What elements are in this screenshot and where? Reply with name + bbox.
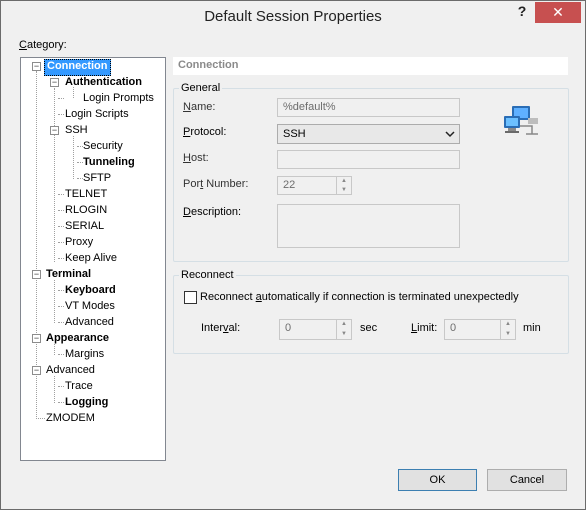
tree-item-connection[interactable]: Connection bbox=[44, 59, 111, 76]
tree-connector bbox=[58, 98, 64, 99]
port-spinner[interactable]: ▲ ▼ bbox=[336, 177, 351, 194]
tree-connector bbox=[54, 376, 55, 403]
protocol-value: SSH bbox=[283, 128, 306, 140]
tree-item-sftp[interactable]: SFTP bbox=[83, 171, 111, 186]
reconnect-checkbox[interactable] bbox=[184, 291, 197, 304]
reconnect-group-title: Reconnect bbox=[179, 269, 236, 281]
tree-item-logging[interactable]: Logging bbox=[65, 395, 108, 410]
limit-label: Limit: bbox=[411, 322, 438, 334]
ok-button[interactable]: OK bbox=[398, 469, 477, 491]
tree-connector bbox=[54, 280, 55, 323]
tree-connector bbox=[58, 402, 64, 403]
tree-item-advanced[interactable]: Advanced bbox=[46, 363, 95, 378]
tree-item-security[interactable]: Security bbox=[83, 139, 123, 154]
tree-connector bbox=[58, 386, 64, 387]
interval-unit: sec bbox=[360, 322, 378, 334]
spin-up-icon[interactable]: ▲ bbox=[501, 320, 515, 330]
tree-item-vt-modes[interactable]: VT Modes bbox=[65, 299, 115, 314]
tree-item-ssh[interactable]: SSH bbox=[65, 123, 88, 138]
collapse-icon[interactable]: − bbox=[32, 334, 41, 343]
limit-spinner[interactable]: ▲ ▼ bbox=[500, 320, 515, 339]
tree-connector bbox=[58, 322, 64, 323]
tree-connector bbox=[54, 88, 55, 262]
port-label: Port Number: bbox=[183, 178, 249, 190]
chevron-down-icon bbox=[445, 126, 455, 145]
category-label: Category: bbox=[19, 39, 67, 51]
tree-item-rlogin[interactable]: RLOGIN bbox=[65, 203, 107, 218]
general-group-title: General bbox=[179, 82, 223, 94]
tree-connector bbox=[58, 290, 64, 291]
title-bar[interactable]: Default Session Properties ? ✕ bbox=[1, 1, 585, 32]
spin-up-icon[interactable]: ▲ bbox=[337, 320, 351, 330]
interval-label: Interval: bbox=[201, 322, 241, 334]
tree-item-telnet[interactable]: TELNET bbox=[65, 187, 107, 202]
tree-item-authentication[interactable]: Authentication bbox=[65, 75, 142, 90]
name-label: Name: bbox=[183, 101, 216, 113]
tree-item-zmodem[interactable]: ZMODEM bbox=[46, 411, 95, 426]
spin-up-icon[interactable]: ▲ bbox=[337, 177, 351, 186]
tree-item-appearance[interactable]: Appearance bbox=[46, 331, 109, 346]
reconnect-group bbox=[173, 275, 569, 354]
spin-down-icon[interactable]: ▼ bbox=[337, 330, 351, 340]
tree-item-tunneling[interactable]: Tunneling bbox=[83, 155, 135, 170]
host-label: Host: bbox=[183, 152, 209, 164]
tree-item-serial[interactable]: SERIAL bbox=[65, 219, 104, 234]
name-field[interactable]: %default% bbox=[277, 98, 460, 117]
tree-connector bbox=[73, 136, 74, 179]
tree-item-trace[interactable]: Trace bbox=[65, 379, 93, 394]
protocol-label: Protocol: bbox=[183, 126, 227, 138]
description-label: Description: bbox=[183, 206, 242, 218]
window-title: Default Session Properties bbox=[204, 8, 382, 25]
close-button[interactable]: ✕ bbox=[535, 2, 581, 23]
tree-connector bbox=[36, 418, 45, 419]
description-field[interactable] bbox=[277, 204, 460, 248]
tree-connector bbox=[58, 258, 64, 259]
tree-connector bbox=[58, 114, 64, 115]
collapse-icon[interactable]: − bbox=[50, 126, 59, 135]
tree-connector bbox=[58, 354, 64, 355]
tree-item-login-scripts[interactable]: Login Scripts bbox=[65, 107, 129, 122]
collapse-icon[interactable]: − bbox=[50, 78, 59, 87]
tree-item-terminal[interactable]: Terminal bbox=[46, 267, 91, 282]
cancel-button[interactable]: Cancel bbox=[487, 469, 567, 491]
tree-item-advanced-terminal[interactable]: Advanced bbox=[65, 315, 114, 330]
tree-item-login-prompts[interactable]: Login Prompts bbox=[83, 91, 154, 106]
collapse-icon[interactable]: − bbox=[32, 62, 41, 71]
collapse-icon[interactable]: − bbox=[32, 270, 41, 279]
page-header: Connection bbox=[173, 57, 568, 75]
tree-connector bbox=[58, 306, 64, 307]
tree-item-keyboard[interactable]: Keyboard bbox=[65, 283, 116, 298]
interval-spinner[interactable]: ▲ ▼ bbox=[336, 320, 351, 339]
host-field[interactable] bbox=[277, 150, 460, 169]
limit-unit: min bbox=[523, 322, 541, 334]
dialog-window: Default Session Properties ? ✕ Category:… bbox=[0, 0, 586, 510]
spin-down-icon[interactable]: ▼ bbox=[337, 186, 351, 195]
help-button[interactable]: ? bbox=[509, 3, 535, 23]
tree-item-keep-alive[interactable]: Keep Alive bbox=[65, 251, 117, 266]
tree-item-proxy[interactable]: Proxy bbox=[65, 235, 93, 250]
tree-item-margins[interactable]: Margins bbox=[65, 347, 104, 362]
reconnect-checkbox-label[interactable]: Reconnect automatically if connection is… bbox=[200, 291, 519, 303]
spin-down-icon[interactable]: ▼ bbox=[501, 330, 515, 340]
tree-connector bbox=[58, 226, 64, 227]
tree-connector bbox=[58, 194, 64, 195]
tree-connector bbox=[58, 210, 64, 211]
network-computers-icon bbox=[502, 104, 540, 138]
category-tree[interactable]: − − − − − − Connection Authentication Lo… bbox=[20, 57, 166, 461]
protocol-select[interactable]: SSH bbox=[277, 124, 460, 144]
page-title: Connection bbox=[178, 59, 239, 71]
collapse-icon[interactable]: − bbox=[32, 366, 41, 375]
tree-connector bbox=[58, 242, 64, 243]
